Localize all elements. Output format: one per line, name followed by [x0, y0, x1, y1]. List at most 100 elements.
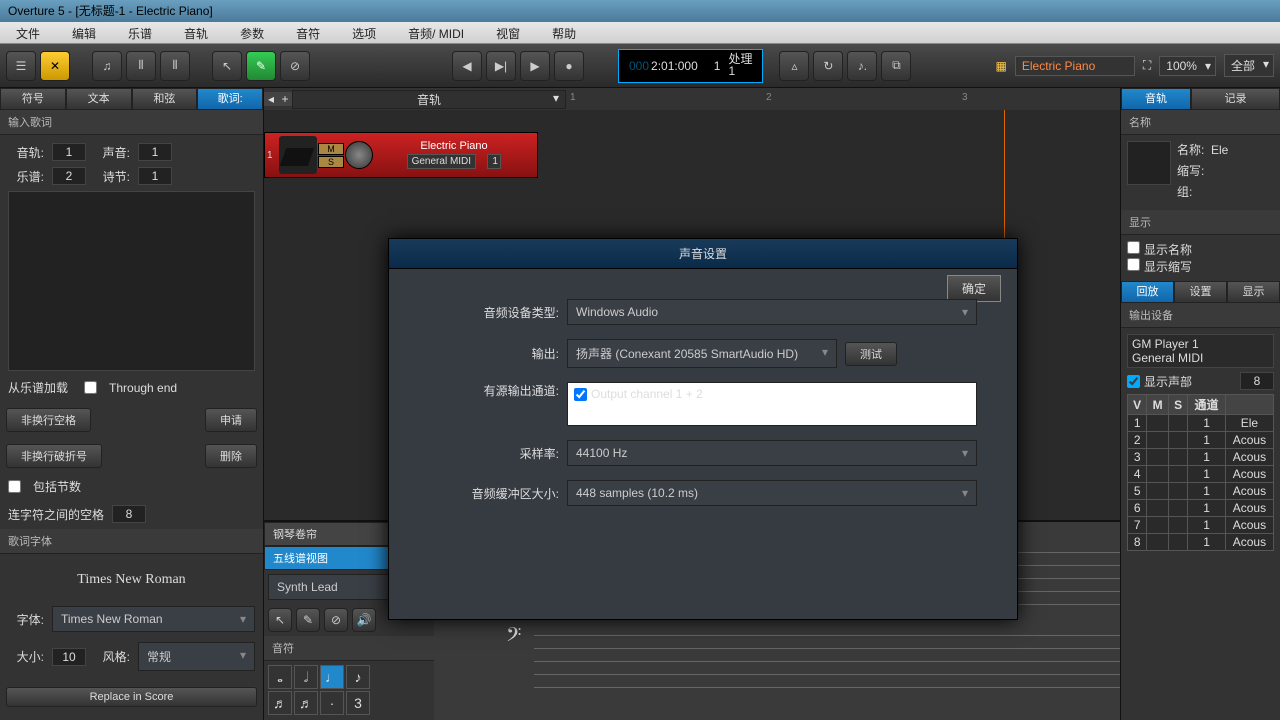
nbdash-button[interactable]: 非换行破折号 [6, 444, 102, 468]
track-label-header[interactable]: 音轨 [292, 90, 566, 109]
buffer-size-select[interactable]: 448 samples (10.2 ms) [567, 480, 977, 506]
list-icon[interactable]: ☰ [6, 51, 36, 81]
record-button[interactable]: ● [554, 51, 584, 81]
table-row[interactable]: 71Acous [1128, 517, 1274, 534]
device-type-select[interactable]: Windows Audio [567, 299, 977, 325]
timeline-ruler[interactable]: 1 2 3 [566, 88, 1120, 110]
show-abbr-checkbox[interactable] [1127, 258, 1140, 271]
table-row[interactable]: 21Acous [1128, 432, 1274, 449]
tab-chord[interactable]: 和弦 [132, 88, 198, 110]
note-32nd[interactable]: ♬ [294, 691, 318, 715]
font-select[interactable]: Times New Roman [52, 606, 255, 632]
table-row[interactable]: 11Ele [1128, 415, 1274, 432]
menu-track[interactable]: 音轨 [168, 22, 224, 43]
table-row[interactable]: 31Acous [1128, 449, 1274, 466]
menu-params[interactable]: 参数 [224, 22, 280, 43]
metronome-icon[interactable]: ▵ [779, 51, 809, 81]
show-voice-checkbox[interactable] [1127, 375, 1140, 388]
space-input[interactable]: 8 [112, 505, 146, 523]
channel-checkbox[interactable] [574, 388, 587, 401]
sliders-icon[interactable]: ⫴ [160, 51, 190, 81]
note-triplet[interactable]: 3 [346, 691, 370, 715]
nbsp-button[interactable]: 非换行空格 [6, 408, 91, 432]
quantize-icon[interactable]: ♪. [847, 51, 877, 81]
style-select[interactable]: 常规 [138, 642, 255, 671]
table-row[interactable]: 81Acous [1128, 534, 1274, 551]
tab-playback[interactable]: 回放 [1121, 281, 1174, 303]
draw-icon[interactable]: ✎ [296, 608, 320, 632]
track-header[interactable]: 1 MS Electric Piano General MIDI 1 [264, 132, 538, 178]
add-track-icon[interactable]: + [278, 92, 292, 106]
table-row[interactable]: 61Acous [1128, 500, 1274, 517]
tab-lyrics[interactable]: 歌词: [197, 88, 263, 110]
note-quarter[interactable]: ♩ [320, 665, 344, 689]
ok-button[interactable]: 确定 [947, 275, 1001, 302]
right-tab-record[interactable]: 记录 [1191, 88, 1280, 110]
menu-note[interactable]: 音符 [280, 22, 336, 43]
erase-icon[interactable]: ⊘ [324, 608, 348, 632]
note-eighth[interactable]: ♪ [346, 665, 370, 689]
speaker-icon[interactable]: 🔊 [352, 608, 376, 632]
replace-button[interactable]: Replace in Score [6, 687, 257, 707]
menu-score[interactable]: 乐谱 [112, 22, 168, 43]
pointer-icon[interactable]: ↖ [268, 608, 292, 632]
track-channel[interactable]: 1 [487, 154, 501, 169]
menu-edit[interactable]: 编辑 [56, 22, 112, 43]
active-channel-list[interactable]: Output channel 1 + 2 [567, 382, 977, 426]
wrench-icon[interactable]: ✕ [40, 51, 70, 81]
menu-audio-midi[interactable]: 音频/ MIDI [392, 22, 480, 43]
pan-knob[interactable] [345, 141, 373, 169]
menu-options[interactable]: 选项 [336, 22, 392, 43]
instrument-display[interactable]: Electric Piano [1015, 56, 1135, 76]
delete-button[interactable]: 删除 [205, 444, 257, 468]
tab-display[interactable]: 显示 [1227, 281, 1280, 303]
lyrics-textarea[interactable] [8, 191, 255, 371]
music-note-icon[interactable]: ♫ [92, 51, 122, 81]
delete-icon[interactable]: ⊘ [280, 51, 310, 81]
transport-counter[interactable]: 000 2:01:000 1 处理1 [618, 49, 763, 83]
menu-file[interactable]: 文件 [0, 22, 56, 43]
tab-settings[interactable]: 设置 [1174, 281, 1227, 303]
stop-button[interactable]: ▶| [486, 51, 516, 81]
menu-help[interactable]: 帮助 [536, 22, 592, 43]
mixer-icon[interactable]: ⦀ [126, 51, 156, 81]
arrow-icon[interactable]: ↖ [212, 51, 242, 81]
gm-player-item[interactable]: GM Player 1General MIDI [1127, 334, 1274, 368]
show-name-checkbox[interactable] [1127, 241, 1140, 254]
menu-window[interactable]: 视窗 [480, 22, 536, 43]
snap-icon[interactable]: ⧉ [881, 51, 911, 81]
score-input[interactable]: 2 [52, 167, 86, 185]
include-bars-checkbox[interactable] [8, 480, 21, 493]
output-select[interactable]: 扬声器 (Conexant 20585 SmartAudio HD) [567, 339, 837, 368]
rewind-button[interactable]: ◀ [452, 51, 482, 81]
collapse-left-icon[interactable]: ◂ [264, 92, 278, 106]
apply-button[interactable]: 申请 [205, 408, 257, 432]
table-row[interactable]: 41Acous [1128, 466, 1274, 483]
expand-icon[interactable]: ⛶ [1143, 58, 1151, 73]
note-16th[interactable]: ♬ [268, 691, 292, 715]
note-half[interactable]: 𝅗𝅥 [294, 665, 318, 689]
loop-icon[interactable]: ↻ [813, 51, 843, 81]
pencil-icon[interactable]: ✎ [246, 51, 276, 81]
tab-symbol[interactable]: 符号 [0, 88, 66, 110]
note-dot[interactable]: · [320, 691, 344, 715]
verse-input[interactable]: 1 [138, 167, 172, 185]
show-voice-input[interactable]: 8 [1240, 372, 1274, 390]
voice-input[interactable]: 1 [138, 143, 172, 161]
table-row[interactable]: 51Acous [1128, 483, 1274, 500]
scope-select[interactable]: 全部 [1224, 54, 1274, 77]
zoom-select[interactable]: 100% [1159, 56, 1216, 76]
track-input[interactable]: 1 [52, 143, 86, 161]
sample-rate-select[interactable]: 44100 Hz [567, 440, 977, 466]
note-whole[interactable]: 𝅝 [268, 665, 292, 689]
mute-button[interactable]: M [318, 143, 344, 155]
play-button[interactable]: ▶ [520, 51, 550, 81]
size-input[interactable]: 10 [52, 648, 86, 666]
solo-button[interactable]: S [318, 156, 344, 168]
right-tab-track[interactable]: 音轨 [1121, 88, 1191, 110]
test-button[interactable]: 测试 [845, 342, 897, 366]
name-value[interactable]: Ele [1211, 143, 1228, 157]
tab-text[interactable]: 文本 [66, 88, 132, 110]
track-gm[interactable]: General MIDI [407, 154, 476, 169]
through-end-checkbox[interactable] [84, 381, 97, 394]
